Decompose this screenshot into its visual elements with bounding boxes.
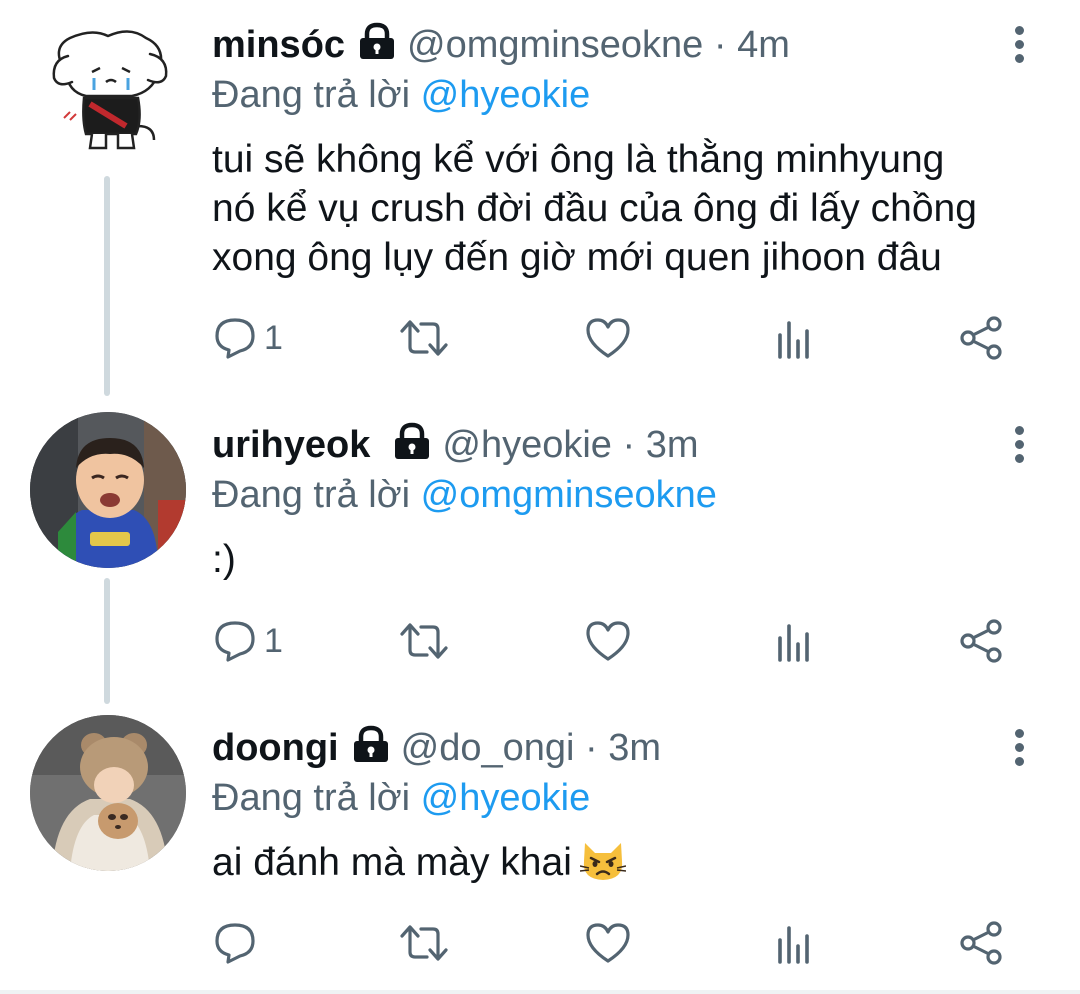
reply-button[interactable]: 1 xyxy=(212,310,283,366)
separator-dot: · xyxy=(622,424,636,466)
display-name[interactable]: urihyeok xyxy=(212,424,370,466)
tweet-text-line: :) xyxy=(212,538,236,581)
replying-to: Đang trả lời @omgminseokne xyxy=(212,472,717,518)
mention-link[interactable]: @omgminseokne xyxy=(421,474,717,516)
reply-icon xyxy=(215,923,255,964)
avatar[interactable] xyxy=(30,412,186,568)
pouting-cat-emoji xyxy=(579,839,627,895)
heart-icon xyxy=(586,923,630,963)
tweet-text-line: nó kể vụ crush đời đầu của ông đi lấy ch… xyxy=(212,187,977,230)
retweet-button[interactable] xyxy=(398,310,450,366)
analytics-icon xyxy=(778,624,809,662)
user-handle[interactable]: @omgminseokne xyxy=(407,24,703,66)
share-button[interactable] xyxy=(958,310,1004,366)
replying-to: Đang trả lời @hyeokie xyxy=(212,775,590,821)
action-bar: 1 xyxy=(212,613,1012,669)
replying-prefix: Đang trả lời xyxy=(212,74,411,116)
timestamp[interactable]: 3m xyxy=(608,727,661,769)
more-vertical-icon[interactable] xyxy=(1004,422,1034,466)
action-bar xyxy=(212,915,1012,971)
reply-icon xyxy=(215,621,255,662)
separator-dot: · xyxy=(585,727,598,769)
retweet-button[interactable] xyxy=(398,613,450,669)
reply-icon xyxy=(215,318,255,359)
replying-prefix: Đang trả lời xyxy=(212,777,411,819)
action-bar: 1 xyxy=(212,310,1012,366)
avatar[interactable] xyxy=(30,8,186,164)
more-vertical-icon[interactable] xyxy=(1004,22,1034,66)
like-button[interactable] xyxy=(584,613,632,669)
more-vertical-icon[interactable] xyxy=(1004,725,1034,769)
retweet-button[interactable] xyxy=(398,915,450,971)
tweet-text: :) xyxy=(212,535,1042,584)
retweet-icon xyxy=(400,320,448,356)
tweet-text-line: tui sẽ không kể với ông là thằng minhyun… xyxy=(212,138,945,181)
tweet-text: ai đánh mà mày khai xyxy=(212,838,1042,895)
tweet-header: urihyeok @hyeokie · 3m xyxy=(212,422,990,468)
display-name[interactable]: minsóc xyxy=(212,24,345,66)
divider xyxy=(0,990,1080,994)
avatar[interactable] xyxy=(30,715,186,871)
tweet[interactable]: minsóc @omgminseokne · 4m Đang trả lời @h… xyxy=(0,0,1080,396)
tweet-header: minsóc @omgminseokne · 4m xyxy=(212,22,990,68)
lock-icon xyxy=(392,422,432,471)
user-handle[interactable]: @hyeokie xyxy=(442,424,612,466)
tweet-text-line: xong ông lụy đến giờ mới quen jihoon đâu xyxy=(212,236,942,279)
reply-count: 1 xyxy=(264,318,283,357)
analytics-icon xyxy=(778,321,809,359)
analytics-button[interactable] xyxy=(774,613,814,669)
share-icon xyxy=(960,921,1002,965)
like-button[interactable] xyxy=(584,310,632,366)
tweet[interactable]: doongi @do_ongi · 3m Đang trả lời @hyeoki… xyxy=(0,703,1080,990)
display-name[interactable]: doongi xyxy=(212,727,339,769)
mention-link[interactable]: @hyeokie xyxy=(421,74,591,116)
mention-link[interactable]: @hyeokie xyxy=(421,777,591,819)
heart-icon xyxy=(586,318,630,358)
timestamp[interactable]: 3m xyxy=(646,424,699,466)
reply-count: 1 xyxy=(264,621,283,660)
lock-icon xyxy=(357,22,397,71)
share-icon xyxy=(960,316,1002,360)
analytics-button[interactable] xyxy=(774,310,814,366)
like-button[interactable] xyxy=(584,915,632,971)
separator-dot: · xyxy=(713,24,727,66)
heart-icon xyxy=(586,621,630,661)
replying-prefix: Đang trả lời xyxy=(212,474,411,516)
analytics-button[interactable] xyxy=(774,915,814,971)
tweet[interactable]: urihyeok @hyeokie · 3m Đang trả lời @omgm… xyxy=(0,400,1080,698)
tweet-header: doongi @do_ongi · 3m xyxy=(212,725,990,771)
tweet-text-line: ai đánh mà mày khai xyxy=(212,841,572,884)
retweet-icon xyxy=(400,925,448,961)
retweet-icon xyxy=(400,623,448,659)
reply-button[interactable] xyxy=(212,915,264,971)
tweet-text: tui sẽ không kể với ông là thằng minhyun… xyxy=(212,135,1042,282)
timestamp[interactable]: 4m xyxy=(737,24,790,66)
replying-to: Đang trả lời @hyeokie xyxy=(212,72,590,118)
share-button[interactable] xyxy=(958,915,1004,971)
share-button[interactable] xyxy=(958,613,1004,669)
lock-icon xyxy=(351,725,391,774)
reply-button[interactable]: 1 xyxy=(212,613,283,669)
user-handle[interactable]: @do_ongi xyxy=(401,727,575,769)
share-icon xyxy=(960,619,1002,663)
analytics-icon xyxy=(778,926,809,964)
